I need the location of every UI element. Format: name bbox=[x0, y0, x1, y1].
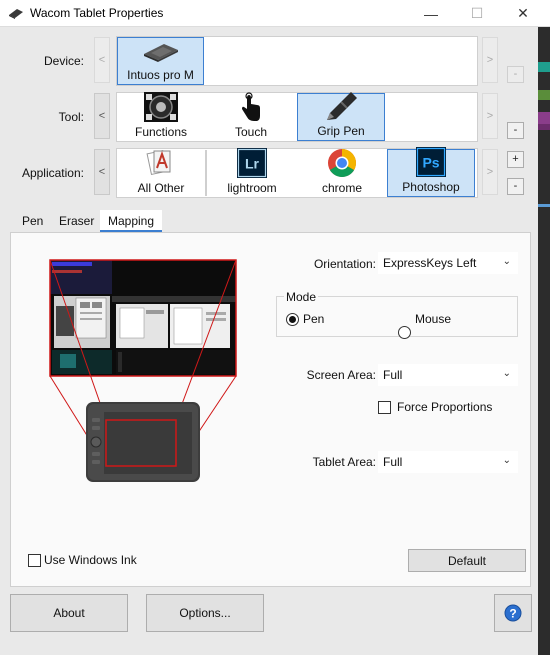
tool-tile-label: Touch bbox=[234, 125, 268, 139]
device-tile-label: Intuos pro M bbox=[127, 68, 194, 82]
tool-tile-functions[interactable]: Functions bbox=[117, 92, 205, 141]
force-proportions-label[interactable]: Force Proportions bbox=[397, 400, 492, 414]
device-label: Device: bbox=[43, 54, 84, 68]
device-scroll-right[interactable]: > bbox=[482, 37, 498, 83]
mapping-diagram bbox=[49, 259, 237, 482]
desktop-stripe bbox=[538, 204, 550, 207]
screen-area-dropdown[interactable]: Full ⌄ bbox=[378, 364, 518, 386]
app-tile-label: Photoshop bbox=[402, 180, 460, 194]
desktop-stripe bbox=[538, 112, 550, 124]
lightroom-icon-text: Lr bbox=[245, 156, 260, 172]
grip-pen-icon bbox=[323, 91, 359, 121]
orientation-value: ExpressKeys Left bbox=[383, 256, 477, 270]
about-button[interactable]: About bbox=[10, 594, 128, 632]
app-separator bbox=[205, 150, 207, 196]
chevron-down-icon: ⌄ bbox=[502, 256, 511, 267]
all-other-icon bbox=[146, 148, 176, 178]
maximize-button[interactable]: ☐ bbox=[454, 0, 500, 27]
lightroom-icon: Lr bbox=[237, 148, 267, 178]
tablet-icon bbox=[142, 38, 180, 65]
mode-group-label: Mode bbox=[284, 290, 319, 304]
application-scroll-right[interactable]: > bbox=[482, 149, 498, 195]
use-windows-ink-label[interactable]: Use Windows Ink bbox=[44, 553, 137, 567]
screen-area-label: Screen Area: bbox=[306, 368, 376, 382]
tool-scroll-left[interactable]: < bbox=[94, 93, 110, 139]
tablet-area-dropdown[interactable]: Full ⌄ bbox=[378, 451, 518, 473]
mode-mouse-label[interactable]: Mouse bbox=[415, 312, 451, 326]
window-title: Wacom Tablet Properties bbox=[30, 6, 164, 20]
force-proportions-checkbox[interactable] bbox=[378, 401, 391, 414]
help-icon: ? bbox=[504, 604, 522, 622]
app-tile-label: chrome bbox=[321, 181, 362, 195]
tool-label: Tool: bbox=[58, 110, 84, 124]
app-tile-photoshop[interactable]: Ps Photoshop bbox=[387, 147, 475, 197]
orientation-dropdown[interactable]: ExpressKeys Left ⌄ bbox=[378, 252, 518, 274]
photoshop-icon: Ps bbox=[416, 147, 446, 177]
close-button[interactable]: ✕ bbox=[500, 0, 546, 27]
mode-pen-radio[interactable] bbox=[286, 313, 299, 326]
screen-area-value: Full bbox=[383, 368, 403, 382]
tool-tile-label: Grip Pen bbox=[317, 124, 365, 138]
tool-tile-grip-pen[interactable]: Grip Pen bbox=[297, 91, 385, 141]
desktop-stripe bbox=[538, 124, 550, 130]
application-label: Application: bbox=[21, 166, 84, 180]
default-button[interactable]: Default bbox=[408, 549, 526, 572]
tab-eraser[interactable]: Eraser bbox=[51, 210, 102, 232]
app-tile-lightroom[interactable]: Lr lightroom bbox=[208, 148, 296, 197]
tool-tile-touch[interactable]: Touch bbox=[207, 92, 295, 141]
app-tile-chrome[interactable]: chrome bbox=[298, 149, 386, 197]
remove-application-button[interactable]: - bbox=[507, 178, 524, 195]
device-tile-intuos[interactable]: Intuos pro M bbox=[117, 37, 204, 85]
tablet-area-label: Tablet Area: bbox=[312, 455, 376, 469]
app-tile-label: All Other bbox=[137, 181, 185, 195]
minimize-button[interactable]: — bbox=[408, 0, 454, 27]
app-tile-all-other[interactable]: All Other bbox=[117, 149, 205, 197]
chrome-icon bbox=[327, 148, 357, 178]
help-icon-text: ? bbox=[509, 607, 516, 621]
tool-tile-label: Functions bbox=[134, 125, 188, 139]
remove-device-button[interactable]: - bbox=[507, 66, 524, 83]
orientation-label: Orientation: bbox=[313, 257, 376, 271]
desktop-stripe bbox=[538, 62, 550, 72]
photoshop-icon-text: Ps bbox=[422, 155, 439, 171]
use-windows-ink-checkbox[interactable] bbox=[28, 554, 41, 567]
touch-hand-icon bbox=[240, 92, 262, 122]
options-button[interactable]: Options... bbox=[146, 594, 264, 632]
tablet-app-icon bbox=[9, 9, 23, 19]
remove-tool-button[interactable]: - bbox=[507, 122, 524, 139]
application-scroll-left[interactable]: < bbox=[94, 149, 110, 195]
desktop-stripe bbox=[538, 90, 550, 100]
tablet-area-value: Full bbox=[383, 455, 403, 469]
add-application-button[interactable]: + bbox=[507, 151, 524, 168]
mode-pen-label[interactable]: Pen bbox=[303, 312, 324, 326]
app-tile-label: lightroom bbox=[227, 181, 277, 195]
functions-icon bbox=[144, 92, 178, 122]
chevron-down-icon: ⌄ bbox=[502, 455, 511, 466]
chevron-down-icon: ⌄ bbox=[502, 368, 511, 379]
help-button[interactable]: ? bbox=[494, 594, 532, 632]
tab-pen[interactable]: Pen bbox=[14, 210, 51, 232]
mode-mouse-radio[interactable] bbox=[398, 326, 411, 339]
device-scroll-left[interactable]: < bbox=[94, 37, 110, 83]
tool-scroll-right[interactable]: > bbox=[482, 93, 498, 139]
tab-mapping[interactable]: Mapping bbox=[100, 210, 163, 232]
